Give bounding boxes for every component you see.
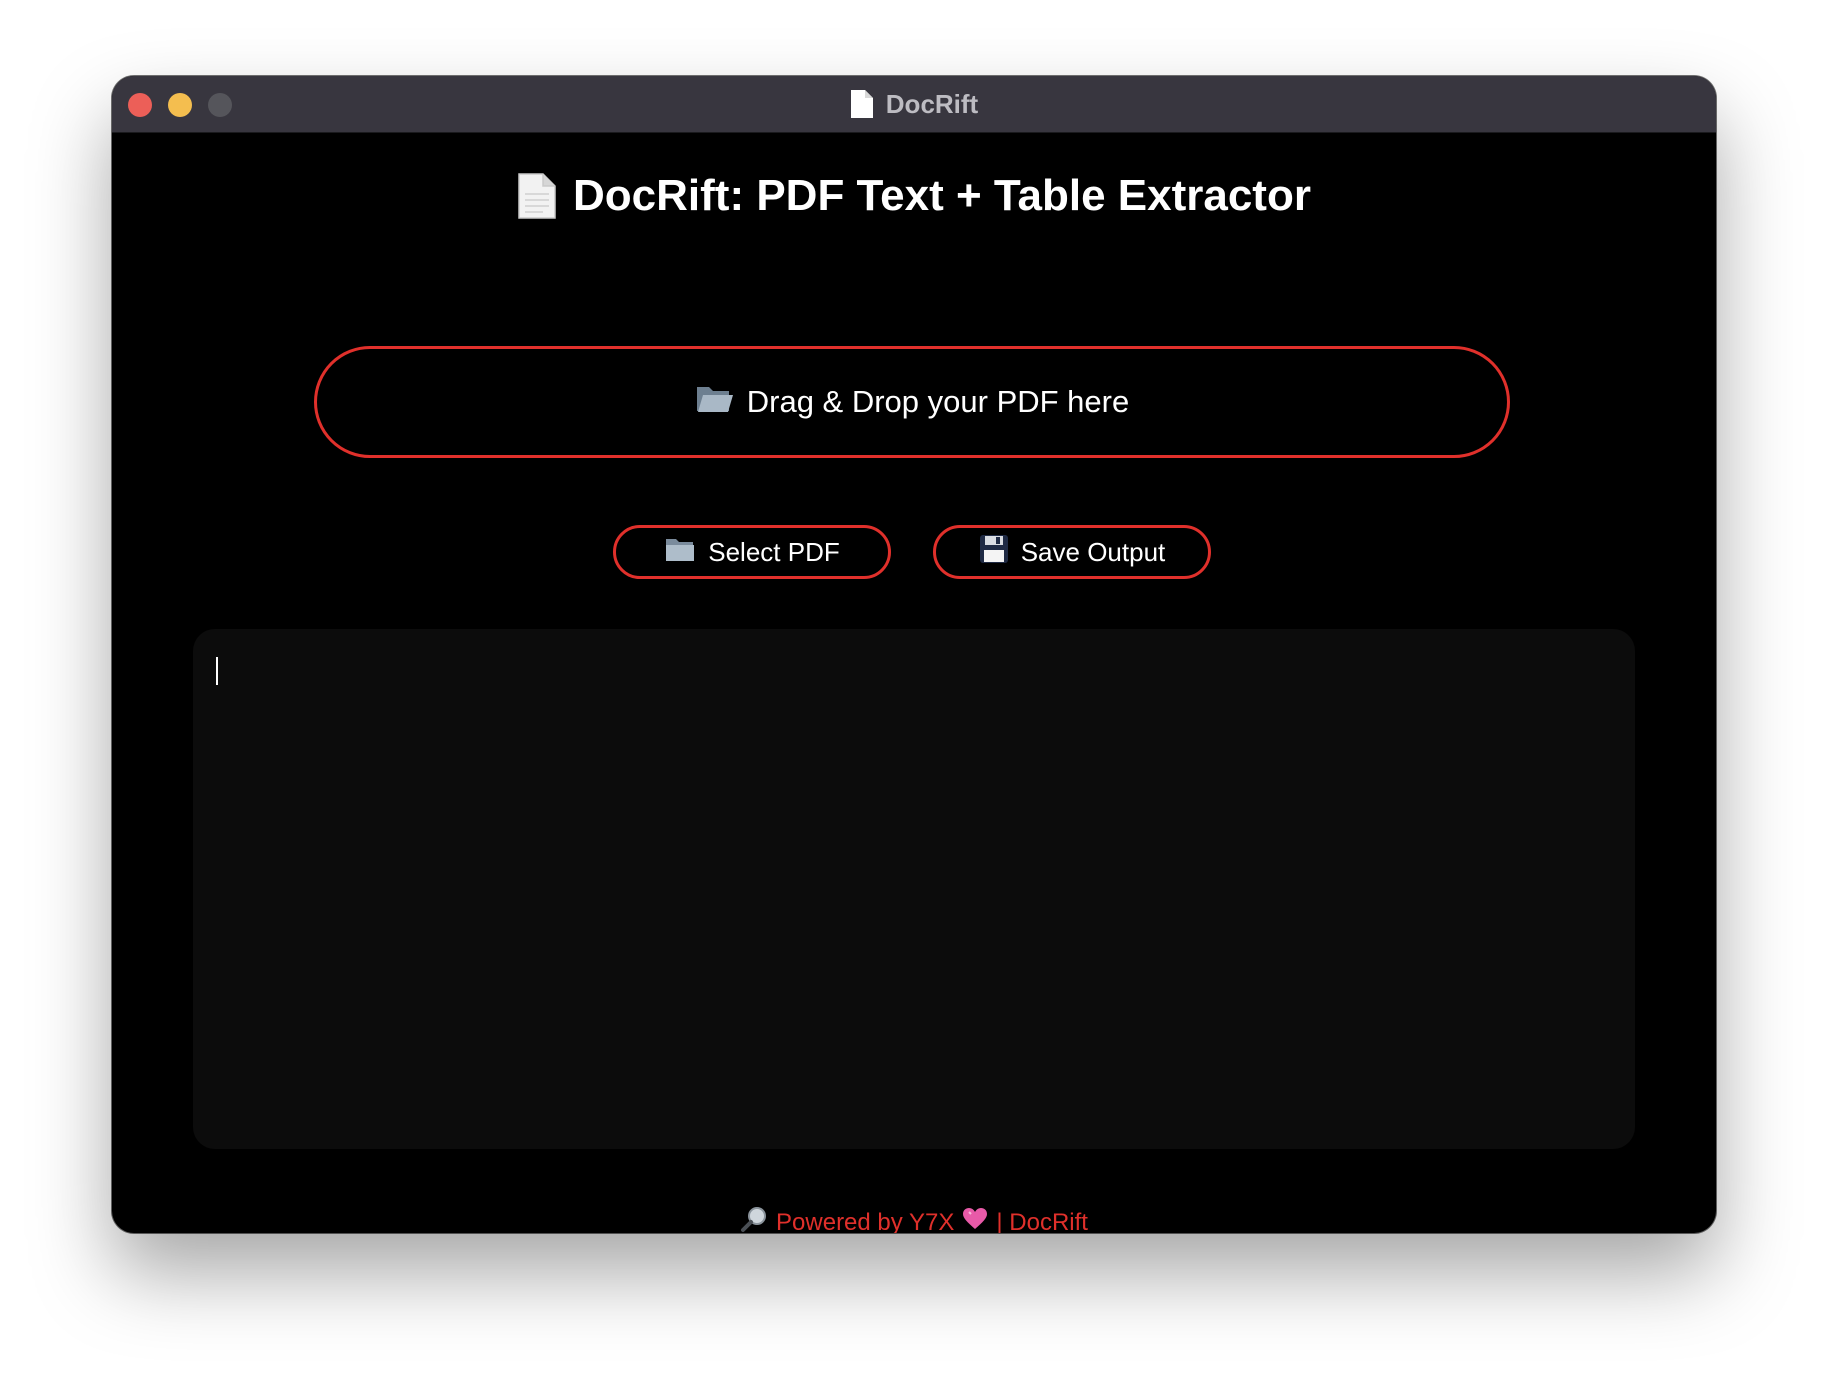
folder-icon: [664, 535, 696, 570]
heart-icon: [962, 1207, 988, 1233]
save-output-label: Save Output: [1020, 536, 1166, 567]
footer: Powered by Y7X | DocRift: [112, 1205, 1716, 1233]
text-caret: [216, 657, 218, 685]
title-bar: DocRift: [112, 76, 1716, 133]
open-folder-icon: [695, 381, 735, 423]
dropzone-label: Drag & Drop your PDF here: [746, 384, 1130, 419]
document-icon: [517, 172, 557, 220]
select-pdf-button[interactable]: Select PDF: [613, 525, 891, 579]
page-title-text: DocRift: PDF Text + Table Extractor: [573, 171, 1311, 220]
save-output-button[interactable]: Save Output: [933, 525, 1211, 579]
window-title: DocRift: [112, 76, 1716, 132]
main-content: DocRift: PDF Text + Table Extractor Drag…: [112, 133, 1716, 1233]
select-pdf-label: Select PDF: [708, 536, 840, 567]
window-title-text: DocRift: [885, 88, 979, 119]
app-window: DocRift DocRift: PDF Text + Table Extrac…: [112, 76, 1716, 1233]
powered-by-text: Powered by Y7X: [776, 1208, 955, 1234]
page-title: DocRift: PDF Text + Table Extractor: [112, 171, 1716, 221]
floppy-disk-icon: [979, 534, 1009, 571]
magnifier-icon: [740, 1205, 768, 1233]
document-icon: [850, 89, 874, 119]
footer-app-name: | DocRift: [996, 1208, 1088, 1234]
output-text-area[interactable]: [193, 629, 1635, 1149]
pdf-drop-zone[interactable]: Drag & Drop your PDF here: [314, 346, 1510, 458]
